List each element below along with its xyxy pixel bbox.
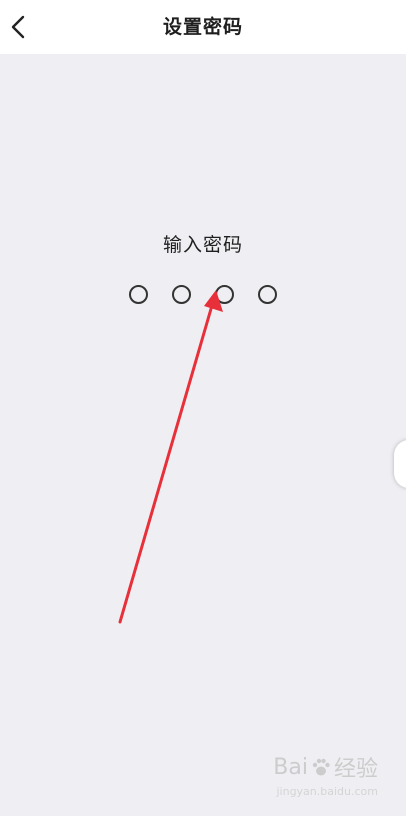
watermark-url: jingyan.baidu.com — [276, 785, 378, 798]
app-root: 设置密码 输入密码 Bai 经验 jingyan.baidu.com — [0, 0, 406, 816]
arrow-shaft — [118, 300, 215, 624]
password-prompt: 输入密码 — [162, 234, 243, 256]
floating-side-handle[interactable] — [394, 440, 406, 488]
pin-dot-1 — [129, 285, 148, 304]
pin-dot-2 — [172, 285, 191, 304]
watermark-logo: Bai 经验 — [273, 751, 378, 783]
pin-dot-3 — [215, 285, 234, 304]
pin-dot-4 — [258, 285, 277, 304]
annotation-arrow — [118, 290, 223, 624]
pin-input[interactable] — [0, 285, 406, 305]
watermark-brand-left: Bai — [273, 754, 308, 780]
paw-icon — [312, 758, 330, 776]
navigation-bar: 设置密码 — [0, 0, 406, 54]
watermark: Bai 经验 jingyan.baidu.com — [273, 751, 378, 799]
page-title: 设置密码 — [162, 16, 243, 38]
watermark-brand-right: 经验 — [333, 757, 378, 782]
